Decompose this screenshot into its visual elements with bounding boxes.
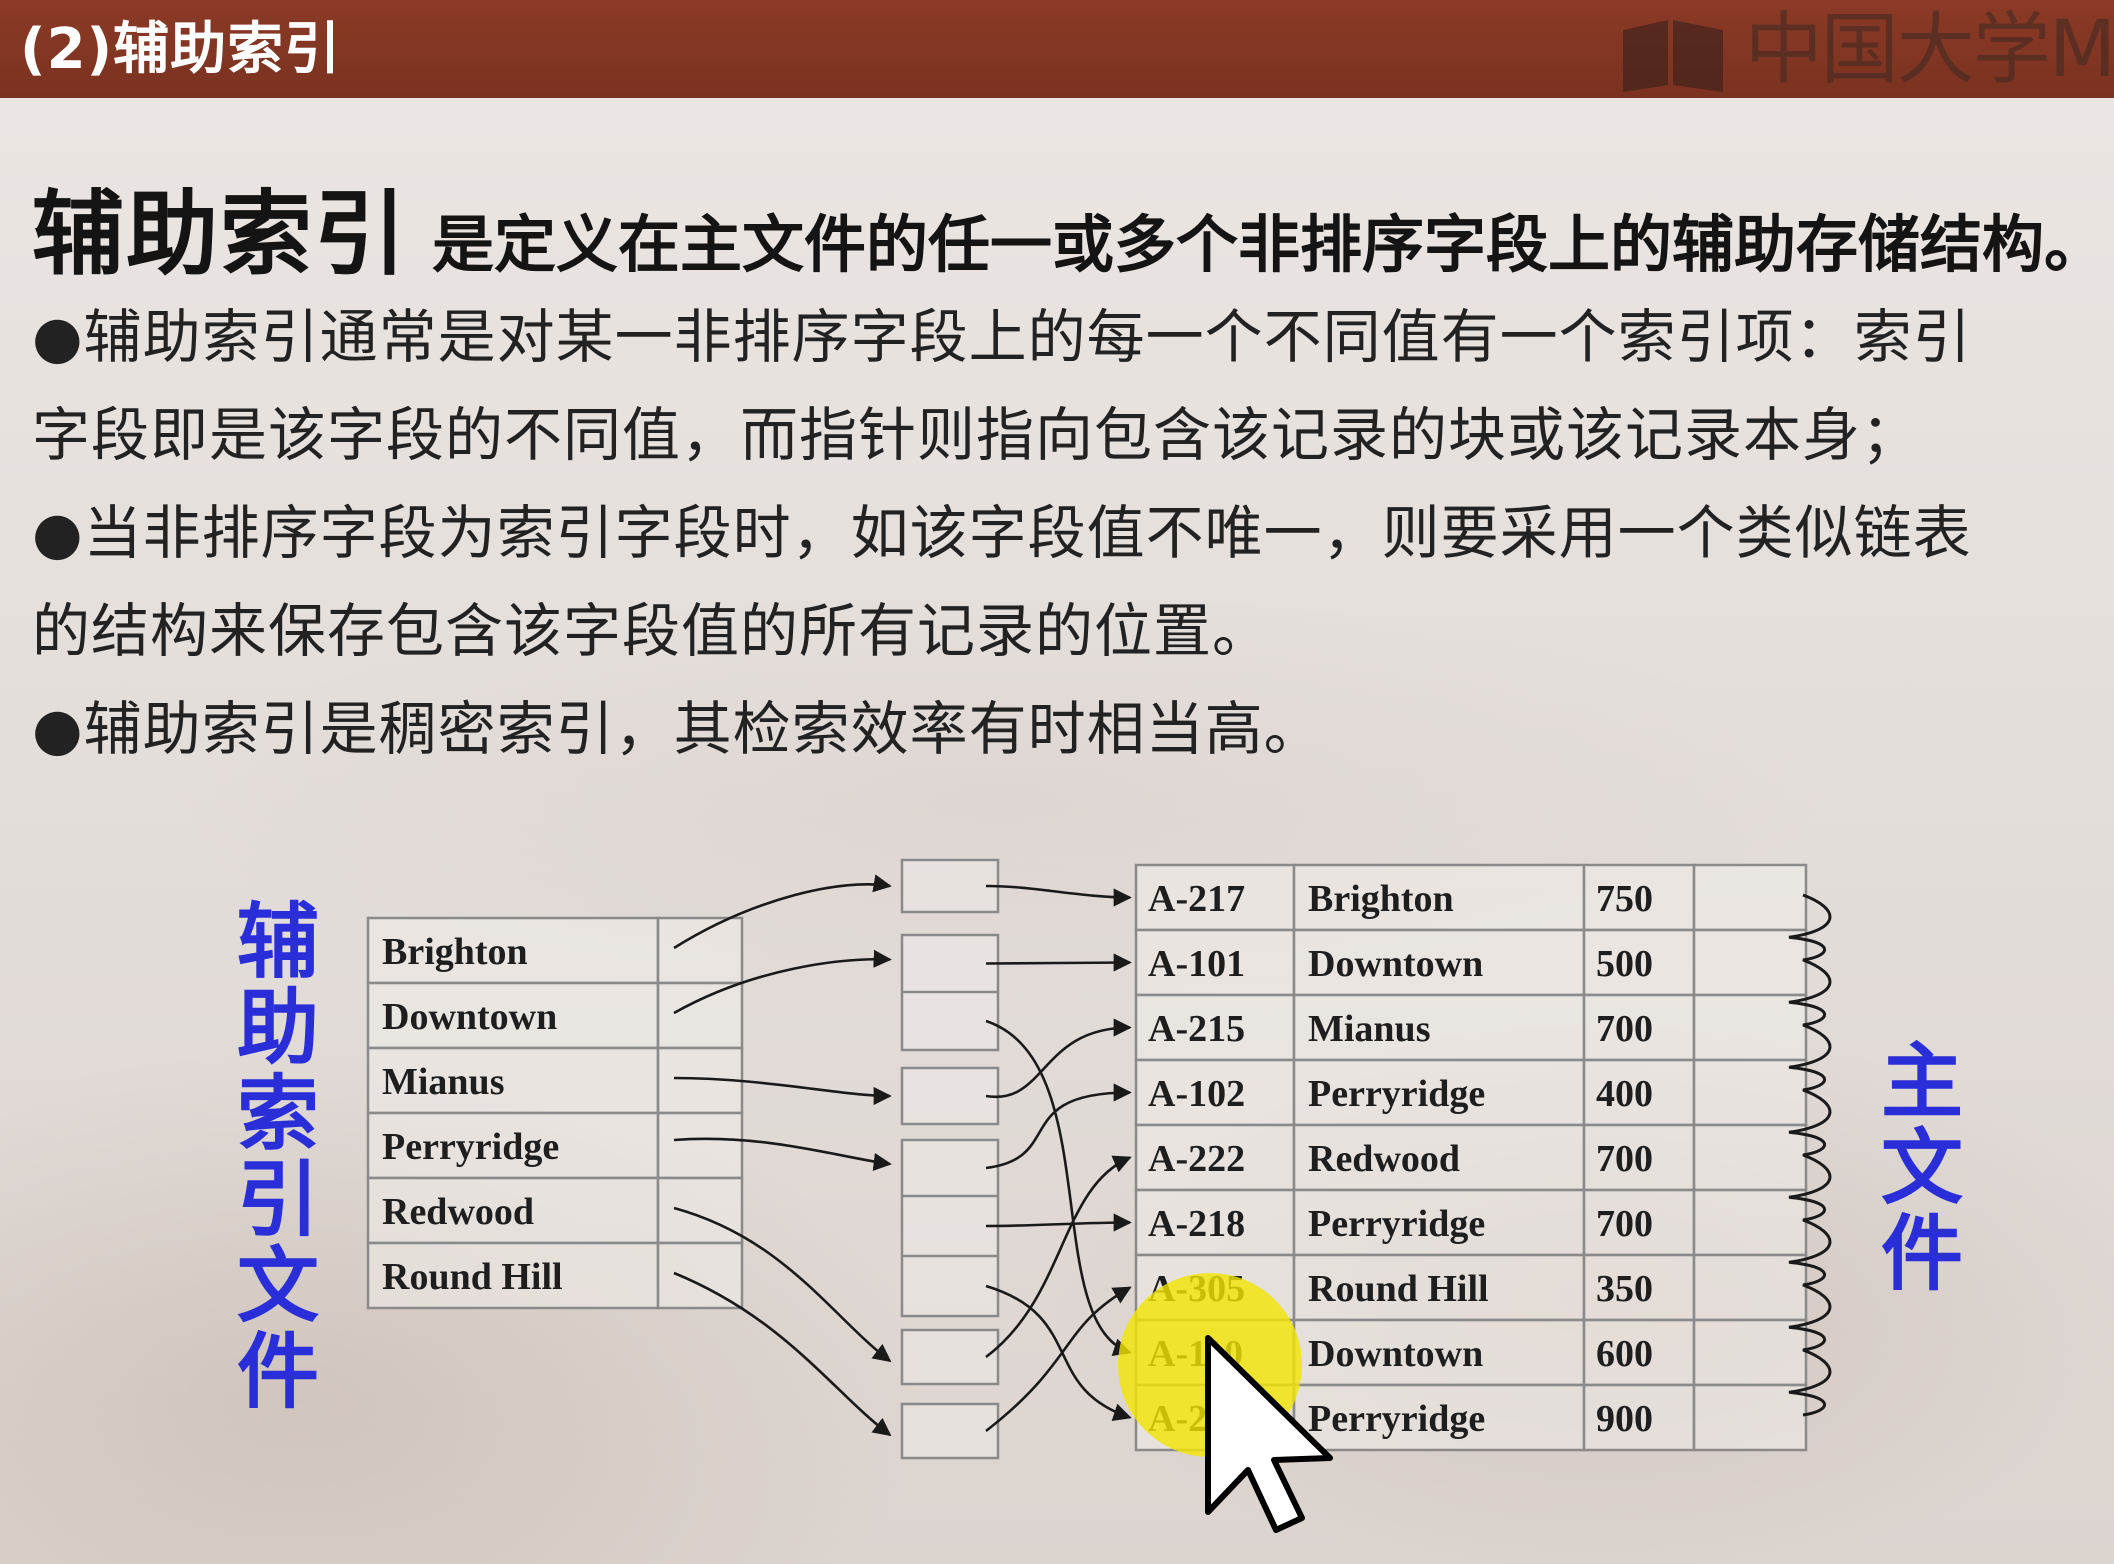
balance-value: 900: [1596, 1398, 1653, 1440]
main-file-cell: [1692, 1318, 1808, 1387]
index-pointer-cell: [656, 916, 744, 985]
bucket-to-record-arrow: [985, 1284, 1132, 1421]
account-number: A-222: [1148, 1138, 1245, 1180]
branch-name: Perryridge: [1308, 1203, 1485, 1245]
branch-name: Brighton: [1308, 878, 1454, 920]
bucket-to-record-arrow: [985, 1213, 1132, 1232]
index-key-label: Perryridge: [382, 1126, 559, 1168]
secondary-index-diagram: Brighton Downtown Mianus Perryridge Redwood R…: [366, 858, 1832, 1533]
index-pointer-cell: [656, 981, 744, 1050]
balance-value: 350: [1596, 1268, 1653, 1310]
pointer-bucket: [900, 1066, 1000, 1126]
account-number: A-218: [1148, 1203, 1245, 1245]
balance-value: 700: [1596, 1203, 1653, 1245]
pointer-bucket: [900, 1138, 1000, 1318]
balance-value: 750: [1596, 878, 1653, 920]
account-number: A-217: [1148, 878, 1245, 920]
pointer-bucket: [900, 1328, 1000, 1386]
balance-value: 700: [1596, 1008, 1653, 1050]
pointer-bucket: [900, 1402, 1000, 1460]
pointer-bucket: [900, 858, 1000, 914]
branch-name: Perryridge: [1308, 1073, 1485, 1115]
index-pointer-cell: [656, 1111, 744, 1180]
index-key-label: Downtown: [382, 996, 557, 1038]
index-pointer-cell: [656, 1176, 744, 1245]
balance-value: 500: [1596, 943, 1653, 985]
main-file-cell: [1692, 1383, 1808, 1452]
index-key-label: Redwood: [382, 1191, 534, 1233]
balance-value: 400: [1596, 1073, 1653, 1115]
bucket-to-record-arrow: [985, 953, 1132, 972]
branch-name: Redwood: [1308, 1138, 1460, 1180]
main-file-cell: [1692, 993, 1808, 1062]
branch-name: Round Hill: [1308, 1268, 1489, 1310]
branch-name: Mianus: [1308, 1008, 1430, 1050]
balance-value: 700: [1596, 1138, 1653, 1180]
bucket-to-record-arrow: [985, 884, 1132, 907]
account-number: A-102: [1148, 1073, 1245, 1115]
branch-name: Downtown: [1308, 943, 1483, 985]
slide-content: 辅助索引 是定义在主文件的任一或多个非排序字段上的辅助存储结构。 ●辅助索引通常是…: [0, 0, 2114, 1564]
main-file-cell: [1692, 1123, 1808, 1192]
index-key-label: Round Hill: [382, 1256, 563, 1298]
index-key-label: Brighton: [382, 931, 528, 973]
main-file-cell: [1692, 1058, 1808, 1127]
main-file-cell: [1692, 1188, 1808, 1257]
bucket-to-record-arrow: [985, 1018, 1132, 1099]
balance-value: 600: [1596, 1333, 1653, 1375]
bucket-to-record-arrow: [985, 1083, 1132, 1170]
account-number: A-215: [1148, 1008, 1245, 1050]
bucket-to-record-arrow: [985, 1155, 1132, 1359]
branch-name: Downtown: [1308, 1333, 1483, 1375]
branch-name: Perryridge: [1308, 1398, 1485, 1440]
index-key-label: Mianus: [382, 1061, 504, 1103]
main-file-cell: [1692, 1253, 1808, 1322]
main-file-cell: [1692, 928, 1808, 997]
index-pointer-cell: [656, 1241, 744, 1310]
main-file-cell: [1692, 863, 1808, 932]
account-number: A-101: [1148, 943, 1245, 985]
